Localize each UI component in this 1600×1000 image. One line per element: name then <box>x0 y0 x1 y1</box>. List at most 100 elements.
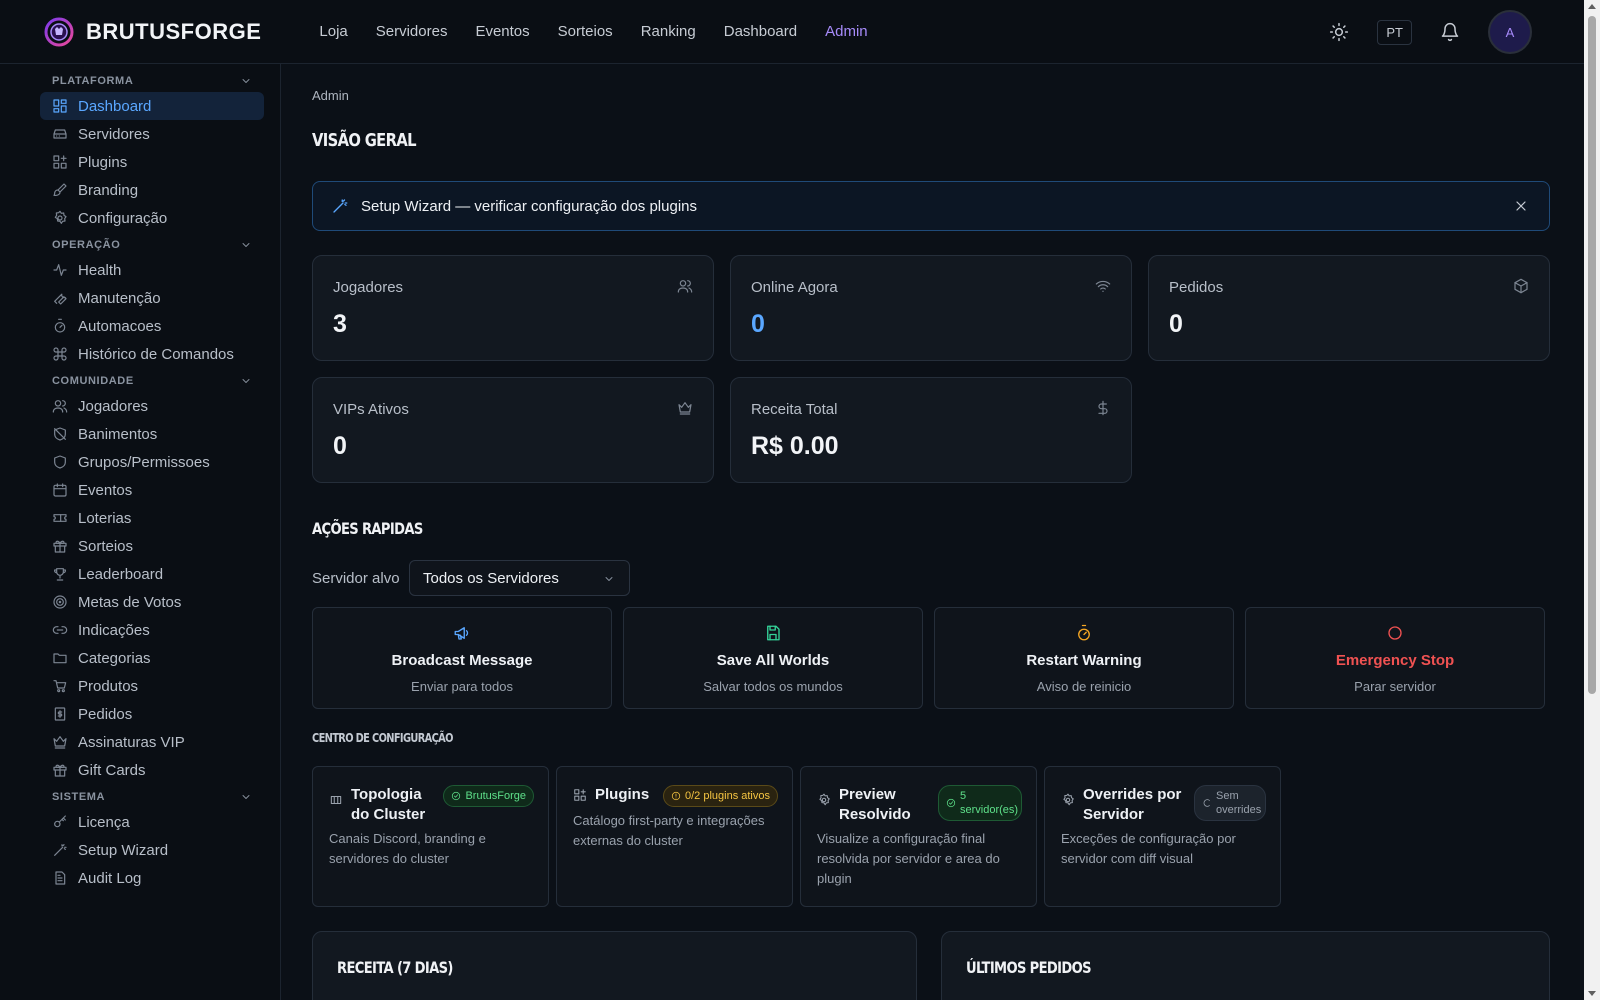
chevron-down-icon <box>605 577 613 581</box>
sidebar-item-manutencao[interactable]: Manutenção <box>40 284 264 312</box>
sidebar-item-label: Plugins <box>78 153 128 171</box>
target-server-label: Servidor alvo <box>312 570 400 587</box>
nav-sorteios[interactable]: Sorteios <box>544 23 627 40</box>
sidebar-item-audit-log[interactable]: Audit Log <box>40 864 264 892</box>
nav-admin[interactable]: Admin <box>811 23 882 40</box>
crown-icon <box>678 402 692 415</box>
config-card-overrides[interactable]: Overrides por Servidor Sem overrides Exc… <box>1044 766 1281 907</box>
sidebar-item-licenca[interactable]: Licença <box>40 808 264 836</box>
brand-name: BRUTUSFORGE <box>86 18 262 44</box>
sidebar-item-leaderboard[interactable]: Leaderboard <box>40 560 264 588</box>
section-title: COMUNIDADE <box>52 375 134 387</box>
breadcrumb[interactable]: Admin <box>312 88 349 103</box>
dollar-icon <box>1098 400 1108 416</box>
calendar-icon <box>53 483 67 497</box>
action-subtitle: Parar servidor <box>1354 679 1436 694</box>
sidebar-item-grupos[interactable]: Grupos/Permissoes <box>40 448 264 476</box>
action-title: Broadcast Message <box>391 652 533 669</box>
sidebar-item-loterias[interactable]: Loterias <box>40 504 264 532</box>
trophy-icon <box>53 568 67 581</box>
sidebar-item-setup-wizard[interactable]: Setup Wizard <box>40 836 264 864</box>
section-comunidade[interactable]: COMUNIDADE <box>0 370 280 392</box>
brand-logo[interactable]: BRUTUSFORGE <box>44 17 261 47</box>
nav-ranking[interactable]: Ranking <box>627 23 710 40</box>
action-title: Save All Worlds <box>716 652 830 669</box>
sun-icon[interactable] <box>1329 22 1349 42</box>
stat-label: Online Agora <box>751 279 838 296</box>
sidebar-item-automacoes[interactable]: Automacoes <box>40 312 264 340</box>
sidebar-item-label: Sorteios <box>78 537 134 555</box>
save-icon <box>767 625 780 641</box>
nav-servidores[interactable]: Servidores <box>362 23 462 40</box>
section-sistema[interactable]: SISTEMA <box>0 786 280 808</box>
avatar[interactable]: A <box>1488 10 1532 54</box>
status-badge: Sem overrides <box>1194 785 1266 821</box>
activity-icon <box>53 264 67 276</box>
wifi-icon <box>1095 280 1111 292</box>
bell-icon[interactable] <box>1440 22 1460 42</box>
badge-text: 5 servidor(es) <box>960 790 1019 816</box>
sidebar-item-sorteios[interactable]: Sorteios <box>40 532 264 560</box>
sidebar-item-categorias[interactable]: Categorias <box>40 644 264 672</box>
sidebar-item-gift-cards[interactable]: Gift Cards <box>40 756 264 784</box>
sidebar-item-label: Dashboard <box>78 97 152 115</box>
action-subtitle: Salvar todos os mundos <box>703 679 843 694</box>
sidebar-item-assinaturas-vip[interactable]: Assinaturas VIP <box>40 728 264 756</box>
scroll-down-arrow[interactable] <box>1588 991 1596 996</box>
sidebar-item-configuracao[interactable]: Configuração <box>40 204 264 232</box>
stat-label: Receita Total <box>751 401 838 418</box>
config-card-description: Exceções de configuração por servidor co… <box>1061 831 1236 866</box>
nav-loja[interactable]: Loja <box>305 23 361 40</box>
server-icon <box>53 129 67 139</box>
sidebar-item-eventos[interactable]: Eventos <box>40 476 264 504</box>
brush-icon <box>53 183 67 197</box>
nav-dashboard[interactable]: Dashboard <box>710 23 811 40</box>
gift-icon <box>53 540 67 553</box>
target-server-select[interactable]: Todos os Servidores <box>409 560 630 596</box>
stat-value: 0 <box>1169 310 1183 338</box>
close-icon[interactable] <box>1513 198 1529 214</box>
nav-eventos[interactable]: Eventos <box>461 23 543 40</box>
save-all-worlds-button[interactable]: Save All Worlds Salvar todos os mundos <box>623 607 923 709</box>
chevron-down-icon <box>242 79 250 83</box>
broadcast-message-button[interactable]: Broadcast Message Enviar para todos <box>312 607 612 709</box>
sidebar-item-branding[interactable]: Branding <box>40 176 264 204</box>
sidebar-item-jogadores[interactable]: Jogadores <box>40 392 264 420</box>
action-title: Emergency Stop <box>1335 652 1455 669</box>
page-scrollbar[interactable] <box>1584 0 1600 1000</box>
wand-icon <box>333 199 348 213</box>
sidebar-item-pedidos[interactable]: Pedidos <box>40 700 264 728</box>
sidebar-item-metas-votos[interactable]: Metas de Votos <box>40 588 264 616</box>
config-card-topologia[interactable]: Topologia do Cluster BrutusForge Canais … <box>312 766 549 907</box>
sidebar-item-produtos[interactable]: Produtos <box>40 672 264 700</box>
sidebar-item-label: Grupos/Permissoes <box>78 453 210 471</box>
sidebar-item-servidores[interactable]: Servidores <box>40 120 264 148</box>
sidebar-item-plugins[interactable]: Plugins <box>40 148 264 176</box>
gift-icon <box>53 764 67 777</box>
quick-actions-title: AÇÕES RAPIDAS <box>312 519 423 538</box>
section-plataforma[interactable]: PLATAFORMA <box>0 70 280 92</box>
sidebar-item-label: Manutenção <box>78 289 161 307</box>
setup-wizard-banner[interactable]: Setup Wizard — verificar configuração do… <box>312 181 1550 231</box>
scroll-up-arrow[interactable] <box>1588 4 1596 9</box>
emergency-stop-button[interactable]: Emergency Stop Parar servidor <box>1245 607 1545 709</box>
stat-card-receita-total: Receita Total R$ 0.00 <box>730 377 1132 483</box>
sidebar-item-dashboard[interactable]: Dashboard <box>40 92 264 120</box>
config-card-description: Visualize a configuração final resolvida… <box>817 831 1000 886</box>
sidebar-item-banimentos[interactable]: Banimentos <box>40 420 264 448</box>
config-card-plugins[interactable]: Plugins 0/2 plugins ativos Catálogo firs… <box>556 766 793 907</box>
config-card-name: Preview Resolvido <box>839 786 911 823</box>
language-toggle[interactable]: PT <box>1377 19 1412 45</box>
config-card-preview[interactable]: Preview Resolvido 5 servidor(es) Visuali… <box>800 766 1037 907</box>
gear-icon <box>1063 793 1074 806</box>
sidebar-item-health[interactable]: Health <box>40 256 264 284</box>
circle-icon <box>1203 799 1210 807</box>
scroll-thumb[interactable] <box>1588 16 1596 694</box>
file-icon <box>55 871 66 885</box>
section-operacao[interactable]: OPERAÇÃO <box>0 234 280 256</box>
top-bar: BRUTUSFORGE Loja Servidores Eventos Sort… <box>0 0 1584 64</box>
sidebar-item-historico-comandos[interactable]: Histórico de Comandos <box>40 340 264 368</box>
sidebar-item-label: Licença <box>78 813 130 831</box>
restart-warning-button[interactable]: Restart Warning Aviso de reinicio <box>934 607 1234 709</box>
sidebar-item-indicacoes[interactable]: Indicações <box>40 616 264 644</box>
